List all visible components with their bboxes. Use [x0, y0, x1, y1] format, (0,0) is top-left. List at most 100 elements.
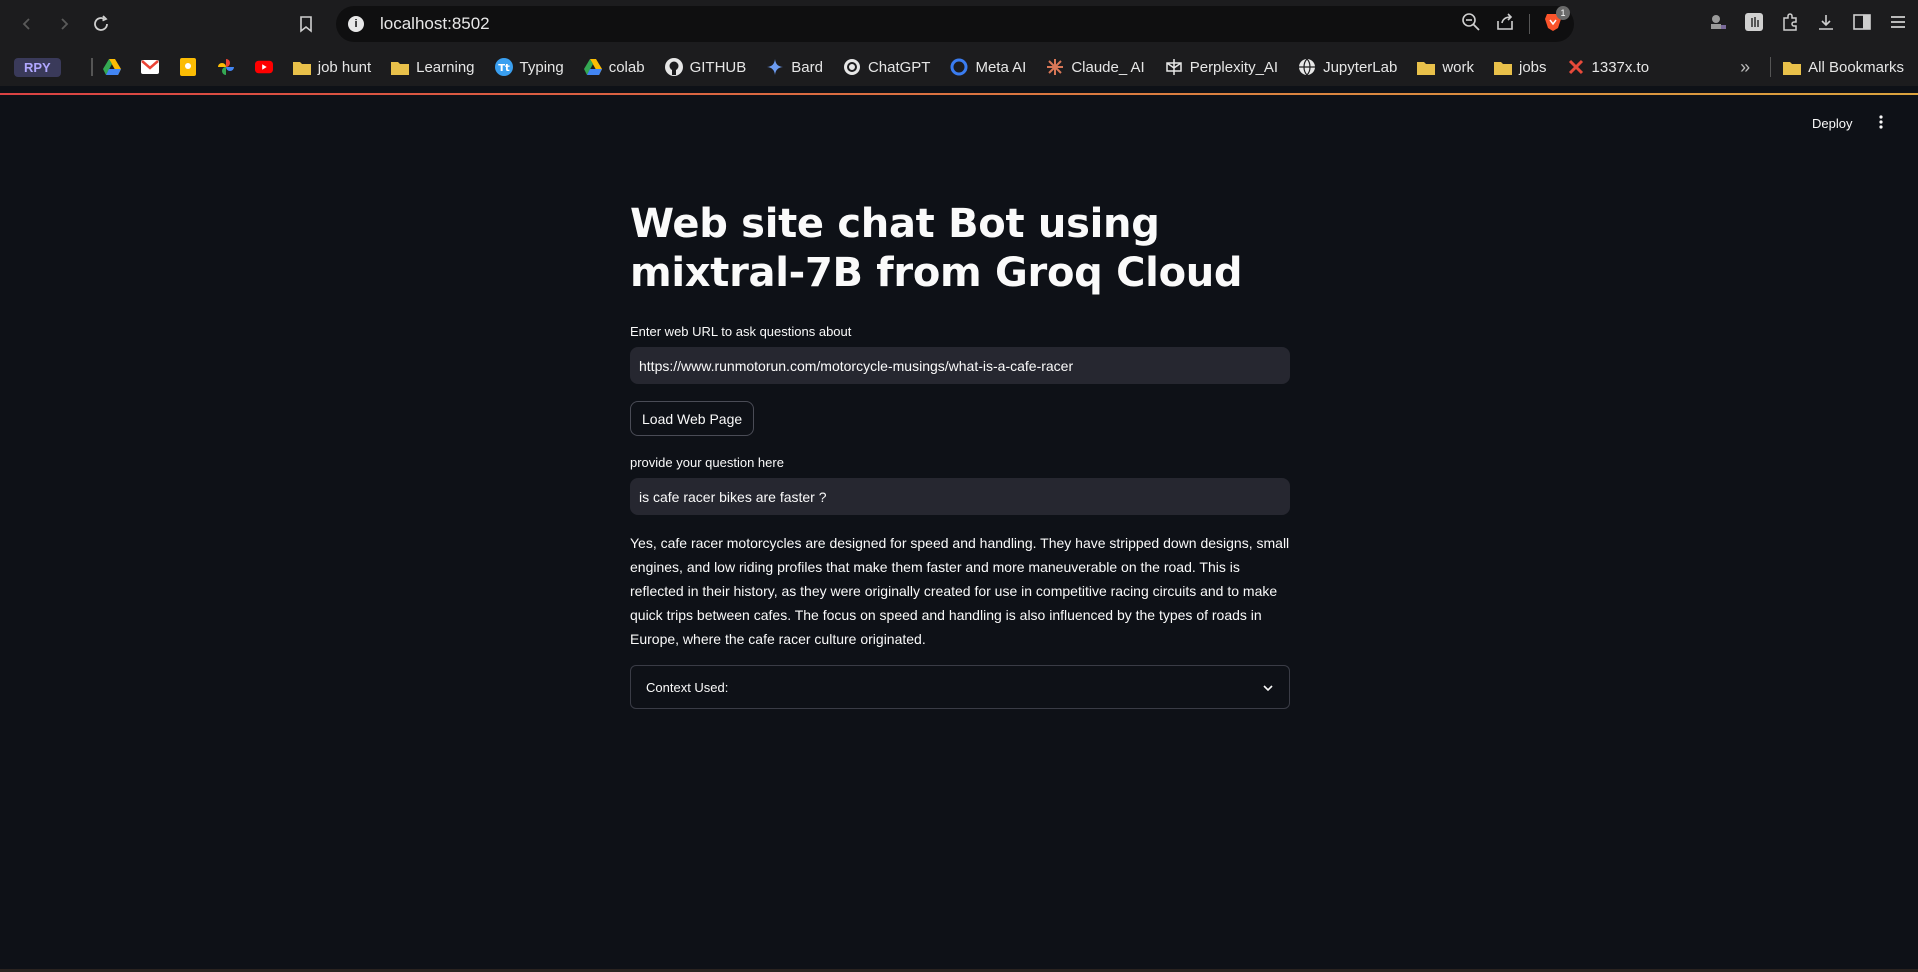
bookmark-label: Learning: [416, 58, 475, 76]
bookmark-gmail[interactable]: [140, 58, 159, 76]
bookmark-job-hunt[interactable]: job hunt: [292, 58, 372, 76]
bookmark-label: GITHUB: [689, 58, 747, 76]
browser-toolbar: i localhost:8502 1: [0, 0, 1918, 48]
google-photos-icon: [217, 58, 235, 76]
back-button[interactable]: [11, 8, 43, 40]
bookmark-perplexity-ai[interactable]: Perplexity_AI: [1165, 58, 1278, 76]
bookmark-typing[interactable]: Tt Typing: [494, 58, 564, 76]
more-bookmarks-icon[interactable]: »: [1740, 57, 1750, 78]
share-icon[interactable]: [1495, 12, 1515, 37]
youtube-icon: [254, 58, 273, 76]
bookmark-bard[interactable]: Bard: [766, 58, 823, 76]
bookmark-label: colab: [608, 58, 645, 76]
google-drive-icon: [583, 58, 602, 76]
bookmark-label: JupyterLab: [1323, 58, 1398, 76]
main-menu-icon[interactable]: [1878, 114, 1884, 135]
bookmark-rpy[interactable]: RPY: [14, 57, 61, 77]
url-field-label: Enter web URL to ask questions about: [630, 324, 852, 339]
gmail-icon: [140, 58, 159, 76]
bookmark-github[interactable]: GITHUB: [664, 58, 747, 76]
google-drive-icon: [102, 58, 121, 76]
bookmarks-bar: RPY job hunt Learning Tt Typing colab GI…: [0, 48, 1918, 86]
expander-label: Context Used:: [646, 679, 729, 695]
bookmark-label: Bard: [791, 58, 823, 76]
streamlit-decoration-line: [0, 93, 1918, 95]
folder-icon: [292, 58, 311, 76]
site-info-icon[interactable]: i: [348, 16, 364, 32]
folder-icon: [391, 58, 410, 76]
answer-text: Yes, cafe racer motorcycles are designed…: [630, 535, 1290, 647]
page-title: Web site chat Bot using mixtral-7B from …: [630, 201, 1243, 296]
bookmark-label: jobs: [1518, 58, 1547, 76]
url-input[interactable]: https://www.runmotorun.com/motorcycle-mu…: [630, 347, 1290, 384]
chatgpt-icon: [843, 58, 861, 76]
bookmark-1337x[interactable]: 1337x.to: [1567, 58, 1650, 76]
url-text: localhost:8502: [380, 14, 490, 33]
bookmark-jobs[interactable]: jobs: [1493, 58, 1547, 76]
bookmarks-separator: [1770, 57, 1772, 77]
x-icon: [1567, 58, 1585, 76]
bard-icon: [766, 58, 784, 76]
context-used-expander[interactable]: Context Used:: [630, 665, 1290, 709]
bookmark-google-keep[interactable]: [179, 58, 197, 76]
extension-hand-icon[interactable]: [1744, 12, 1764, 37]
browser-menu-icon[interactable]: [1888, 12, 1908, 37]
omnibox-divider: [1529, 14, 1530, 34]
zoom-icon[interactable]: [1461, 12, 1481, 37]
extensions-puzzle-icon[interactable]: [1780, 12, 1800, 37]
main-content: Web site chat Bot using mixtral-7B from …: [630, 200, 1290, 709]
folder-icon: [1783, 58, 1802, 76]
reload-button[interactable]: [85, 8, 117, 40]
bookmark-youtube[interactable]: [254, 58, 273, 76]
bookmark-icon: [300, 16, 312, 33]
bookmark-label: job hunt: [317, 58, 372, 76]
bookmark-label: work: [1442, 58, 1474, 76]
bookmark-label: ChatGPT: [867, 58, 931, 76]
bookmark-page-button[interactable]: [290, 8, 322, 40]
address-bar[interactable]: i localhost:8502 1: [336, 5, 1574, 42]
bookmark-label: Meta AI: [975, 58, 1027, 76]
brave-badge: 1: [1556, 5, 1570, 20]
bookmark-colab[interactable]: colab: [583, 58, 645, 76]
bookmark-jupyterlab[interactable]: JupyterLab: [1298, 58, 1397, 76]
meta-ai-icon: [950, 58, 968, 76]
claude-icon: [1046, 58, 1064, 76]
github-icon: [664, 58, 683, 76]
folder-icon: [1493, 58, 1512, 76]
bookmark-chatgpt[interactable]: ChatGPT: [843, 58, 931, 76]
back-arrow-icon: [22, 18, 30, 30]
question-input[interactable]: is cafe racer bikes are faster ?: [630, 478, 1290, 515]
deploy-button[interactable]: Deploy: [1812, 116, 1852, 131]
bookmark-label: Claude_ AI: [1071, 58, 1145, 76]
bookmark-label: 1337x.to: [1591, 58, 1650, 76]
bookmark-label: Typing: [519, 58, 564, 76]
globe-icon: [1298, 58, 1316, 76]
bookmark-label: Perplexity_AI: [1189, 58, 1279, 76]
chevron-down-icon: [1262, 680, 1274, 695]
downloads-icon[interactable]: [1816, 12, 1836, 37]
typing-icon: Tt: [494, 58, 513, 76]
bookmark-google-photos[interactable]: [217, 58, 235, 76]
bookmark-google-drive[interactable]: [102, 58, 121, 76]
question-field-label: provide your question here: [630, 455, 784, 470]
brave-shields-button[interactable]: 1: [1544, 5, 1570, 37]
extension-spy-icon[interactable]: [1708, 12, 1728, 37]
all-bookmarks-button[interactable]: All Bookmarks: [1783, 58, 1904, 76]
bookmark-learning[interactable]: Learning: [391, 58, 475, 76]
folder-icon: [1417, 58, 1436, 76]
all-bookmarks-label: All Bookmarks: [1808, 58, 1904, 76]
bookmark-meta-ai[interactable]: Meta AI: [950, 58, 1026, 76]
perplexity-icon: [1165, 58, 1183, 76]
sidebar-toggle-icon[interactable]: [1852, 12, 1872, 37]
svg-text:Tt: Tt: [498, 63, 510, 74]
forward-button[interactable]: [48, 8, 80, 40]
bookmarks-right: » All Bookmarks: [1740, 48, 1904, 86]
bookmark-work[interactable]: work: [1417, 58, 1474, 76]
load-web-page-button[interactable]: Load Web Page: [630, 401, 755, 436]
forward-arrow-icon: [61, 18, 69, 30]
bookmarks-separator: [90, 58, 93, 76]
reload-icon: [94, 15, 108, 31]
bookmark-claude-ai[interactable]: Claude_ AI: [1046, 58, 1145, 76]
extensions-area: [1708, 0, 1908, 48]
google-keep-icon: [179, 58, 197, 76]
